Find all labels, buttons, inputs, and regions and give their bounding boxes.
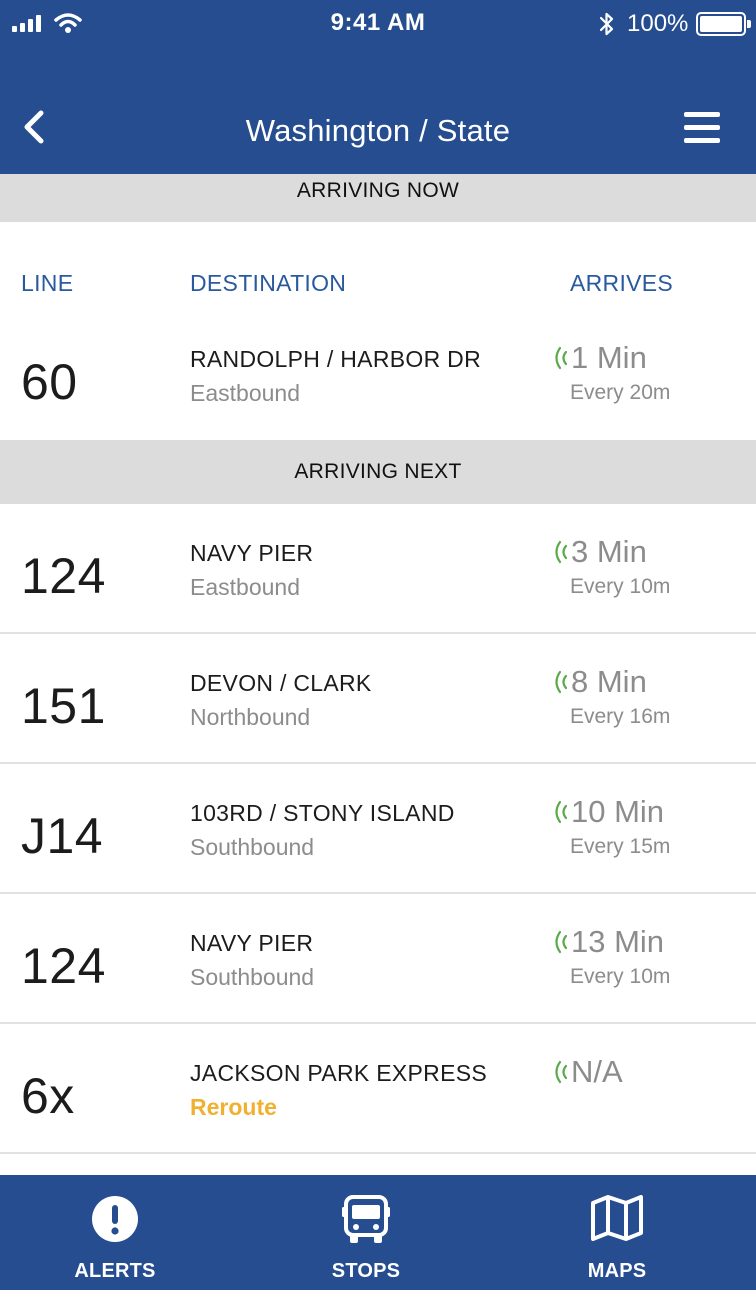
arrival-time: 1 Min [551, 340, 647, 376]
hamburger-icon [684, 112, 720, 117]
realtime-signal-icon [555, 540, 568, 564]
menu-button[interactable] [680, 108, 726, 148]
arrival-row[interactable]: 124 NAVY PIER Eastbound 3 Min Every 10m [0, 504, 756, 634]
section-arriving-now: ARRIVING NOW [0, 174, 756, 222]
route-frequency: Every 20m [570, 381, 671, 404]
route-destination: RANDOLPH / HARBOR DR [190, 346, 481, 372]
page-title: Washington / State [245, 113, 511, 148]
arrival-minutes: 10 Min [571, 794, 665, 829]
row-divider [0, 1152, 756, 1154]
realtime-signal-icon [555, 1060, 568, 1084]
route-number: 60 [21, 354, 78, 410]
arrival-minutes: N/A [571, 1054, 623, 1089]
arrival-time: 10 Min [551, 794, 664, 830]
bottom-tab-bar: ALERTS STOPS MAPS [0, 1175, 756, 1290]
bus-icon [342, 1195, 390, 1243]
realtime-signal-icon [555, 930, 568, 954]
arrival-row[interactable]: J14 103RD / STONY ISLAND Southbound 10 M… [0, 764, 756, 894]
realtime-signal-icon [555, 800, 568, 824]
route-number: 124 [21, 548, 106, 604]
column-header-line: LINE [21, 270, 74, 296]
battery-percent: 100% [627, 10, 689, 37]
route-direction: Southbound [190, 964, 315, 990]
arrival-row[interactable]: 124 NAVY PIER Southbound 13 Min Every 10… [0, 894, 756, 1024]
route-direction: Eastbound [190, 380, 300, 406]
arrival-time: 8 Min [551, 664, 647, 700]
status-bar: 9:41 AM 100% [0, 0, 756, 48]
route-direction: Northbound [190, 704, 311, 730]
route-frequency: Every 15m [570, 835, 671, 858]
map-icon [591, 1195, 643, 1241]
arrival-row[interactable]: 60 RANDOLPH / HARBOR DR Eastbound 1 Min … [0, 310, 756, 440]
route-number: 151 [21, 678, 106, 734]
route-destination: JACKSON PARK EXPRESS [190, 1060, 487, 1086]
route-destination: DEVON / CLARK [190, 670, 372, 696]
route-destination: 103RD / STONY ISLAND [190, 800, 455, 826]
arrival-minutes: 1 Min [571, 340, 647, 375]
arrival-row[interactable]: 6x JACKSON PARK EXPRESS Reroute N/A [0, 1024, 756, 1154]
arrival-time: 13 Min [551, 924, 664, 960]
tab-alerts[interactable]: ALERTS [35, 1175, 195, 1290]
route-number: J14 [21, 808, 104, 864]
route-number: 6x [21, 1068, 75, 1124]
route-destination: NAVY PIER [190, 930, 314, 956]
column-header-arrives: ARRIVES [570, 270, 674, 296]
tab-stops[interactable]: STOPS [286, 1175, 446, 1290]
route-frequency: Every 10m [570, 965, 671, 988]
route-frequency: Every 10m [570, 575, 671, 598]
realtime-signal-icon [555, 346, 568, 370]
arrival-minutes: 3 Min [571, 534, 647, 569]
arrival-row[interactable]: 151 DEVON / CLARK Northbound 8 Min Every… [0, 634, 756, 764]
route-frequency: Every 16m [570, 705, 671, 728]
arrival-time: N/A [551, 1054, 623, 1090]
route-number: 124 [21, 938, 106, 994]
tab-label: MAPS [587, 1260, 647, 1282]
arrival-minutes: 13 Min [571, 924, 665, 959]
tab-label: ALERTS [74, 1260, 156, 1282]
column-header-destination: DESTINATION [190, 270, 347, 296]
arrival-minutes: 8 Min [571, 664, 647, 699]
section-arriving-next: ARRIVING NEXT [0, 440, 756, 504]
tab-maps[interactable]: MAPS [537, 1175, 697, 1290]
tab-label: STOPS [331, 1260, 401, 1282]
app-header: 9:41 AM 100% Washington / State [0, 0, 756, 174]
bluetooth-icon [599, 12, 614, 36]
realtime-signal-icon [555, 670, 568, 694]
reroute-status: Reroute [190, 1094, 277, 1120]
route-direction: Southbound [190, 834, 315, 860]
arrival-time: 3 Min [551, 534, 647, 570]
route-direction: Eastbound [190, 574, 300, 600]
battery-icon [696, 12, 751, 36]
route-destination: NAVY PIER [190, 540, 314, 566]
alert-icon [92, 1196, 138, 1242]
